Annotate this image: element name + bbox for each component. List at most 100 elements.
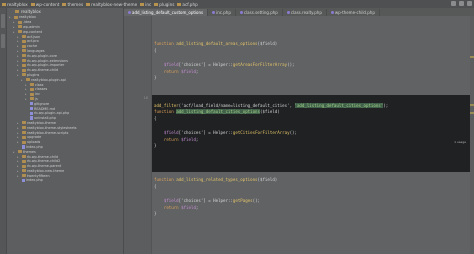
folder-icon — [29, 83, 34, 87]
search-icon[interactable] — [467, 1, 472, 6]
folder-icon — [86, 2, 91, 6]
code-token: return — [163, 204, 182, 210]
folder-icon — [30, 2, 35, 6]
breadcrumb-label: inc — [145, 1, 152, 7]
chevron-right-icon: ▸ — [25, 87, 27, 92]
folder-icon — [21, 164, 26, 168]
tree-item-label: plugins — [27, 72, 40, 77]
tree-item-label: classes — [35, 87, 48, 92]
folder-icon — [29, 97, 34, 101]
tree-item-label: acf-json — [27, 34, 41, 39]
folder-icon — [25, 78, 30, 82]
chevron-right-icon: ▸ — [25, 96, 27, 101]
chevron-right-icon: ▸ — [17, 120, 19, 125]
editor-tab[interactable]: class.realty.php — [283, 9, 327, 16]
code-token: ($field) — [257, 177, 278, 183]
code-token: add_listing_default_cities_options — [176, 109, 260, 115]
usage-indicator: 1 usage — [454, 140, 466, 144]
chevron-right-icon: ▸ — [17, 58, 19, 63]
folder-icon — [154, 2, 159, 6]
ide-window: realtyblox wp-content themes realtyblox-new… — [0, 0, 474, 254]
breadcrumb-item[interactable]: plugins — [154, 2, 174, 7]
code-token: return — [163, 68, 182, 74]
chevron-right-icon: ▸ — [13, 149, 15, 154]
folder-icon — [21, 63, 26, 67]
code-line: return $field; — [154, 136, 199, 143]
breadcrumb-item[interactable]: acf.php — [177, 2, 198, 7]
code-editor[interactable]: function add_listing_default_areas_optio… — [152, 16, 474, 254]
code-line: { — [154, 184, 156, 190]
breadcrumb-label: wp-content — [35, 1, 60, 7]
tool-window-strip — [0, 8, 7, 254]
tree-item-label: twentyfifteen — [27, 173, 50, 178]
editor-tab[interactable]: class.setting.php — [236, 9, 283, 16]
tree-item-label: cache — [27, 44, 38, 49]
tree-item-label: uploads — [27, 140, 41, 145]
code-token: ($field) — [260, 109, 280, 115]
editor-tab[interactable]: add_listing_default_custom_options — [124, 9, 209, 16]
tree-item-label: .idea — [23, 20, 32, 25]
tree-item-label: class — [35, 82, 44, 87]
editor-tab[interactable]: inc.php — [208, 9, 236, 16]
tree-item-label: rb-wp-plugin-extensions — [27, 58, 68, 63]
usage-marker[interactable] — [470, 56, 474, 58]
code-token: return — [163, 136, 182, 142]
breadcrumb-item[interactable]: realtyblox — [2, 2, 28, 7]
chevron-right-icon: ▸ — [9, 15, 11, 20]
code-token: (); — [287, 61, 295, 67]
breadcrumb-item[interactable]: inc — [140, 2, 151, 7]
structure-tool-icon[interactable] — [1, 34, 5, 48]
tree-file[interactable]: index.php — [7, 178, 123, 183]
tree-item-label: rb-wp-theme-child — [27, 154, 59, 159]
code-line: function add_listing_related_types_optio… — [154, 177, 277, 183]
code-token: ['choices'] = Helper:: — [178, 197, 233, 203]
code-line: { — [154, 116, 156, 122]
run-icon[interactable] — [451, 1, 456, 6]
breadcrumb-item[interactable]: themes — [62, 2, 83, 7]
tree-item-label: uninstall.php — [34, 116, 56, 121]
php-file-icon — [239, 11, 243, 14]
file-icon — [29, 101, 33, 106]
folder-icon — [21, 39, 26, 43]
project-tool-icon[interactable] — [1, 14, 5, 28]
code-line: $field['choices'] = Helper::getAreasForF… — [154, 62, 295, 68]
debug-icon[interactable] — [459, 1, 464, 6]
tree-item-label: js — [35, 96, 38, 101]
folder-icon — [21, 35, 26, 39]
php-file-icon — [286, 11, 290, 14]
project-title: realtyblox — [21, 9, 41, 14]
code-line: return $field; — [154, 204, 199, 211]
chevron-right-icon: ▸ — [17, 130, 19, 135]
code-token: ); — [383, 102, 389, 108]
tab-label: inc.php — [216, 10, 231, 15]
tree-item-label: index.php — [26, 178, 43, 183]
code-token: function — [154, 109, 177, 115]
breadcrumb-item[interactable]: realtyblox-new-theme — [86, 2, 137, 7]
code-token: ; — [195, 136, 199, 142]
code-token: add_filter — [154, 102, 179, 108]
usage-marker[interactable] — [470, 112, 474, 114]
chevron-right-icon: ▸ — [13, 24, 15, 29]
tree-item-label: rb-wp-theme-parent — [27, 164, 62, 169]
folder-icon — [29, 87, 34, 91]
code-token: getAreasForFilterArray — [232, 61, 288, 67]
file-icon — [29, 106, 33, 111]
folder-icon — [21, 54, 26, 58]
code-token: $field — [163, 61, 179, 67]
code-line: } — [154, 211, 156, 217]
code-token: $field — [163, 129, 179, 135]
usage-marker[interactable] — [470, 104, 474, 106]
editor-tab[interactable]: wp-theme-child.php — [327, 9, 380, 16]
tree-item-label: languages — [27, 48, 45, 53]
chevron-right-icon: ▸ — [13, 20, 15, 25]
breadcrumb-item[interactable]: wp-content — [30, 1, 60, 7]
code-line: } — [154, 143, 156, 149]
code-line: add_filter('acf/load_field/name=listing_… — [154, 102, 389, 109]
error-stripe[interactable] — [470, 16, 474, 254]
tree-item-label: inc — [35, 92, 40, 97]
code-line: $field['choices'] = Helper::getPages(); — [154, 198, 260, 204]
